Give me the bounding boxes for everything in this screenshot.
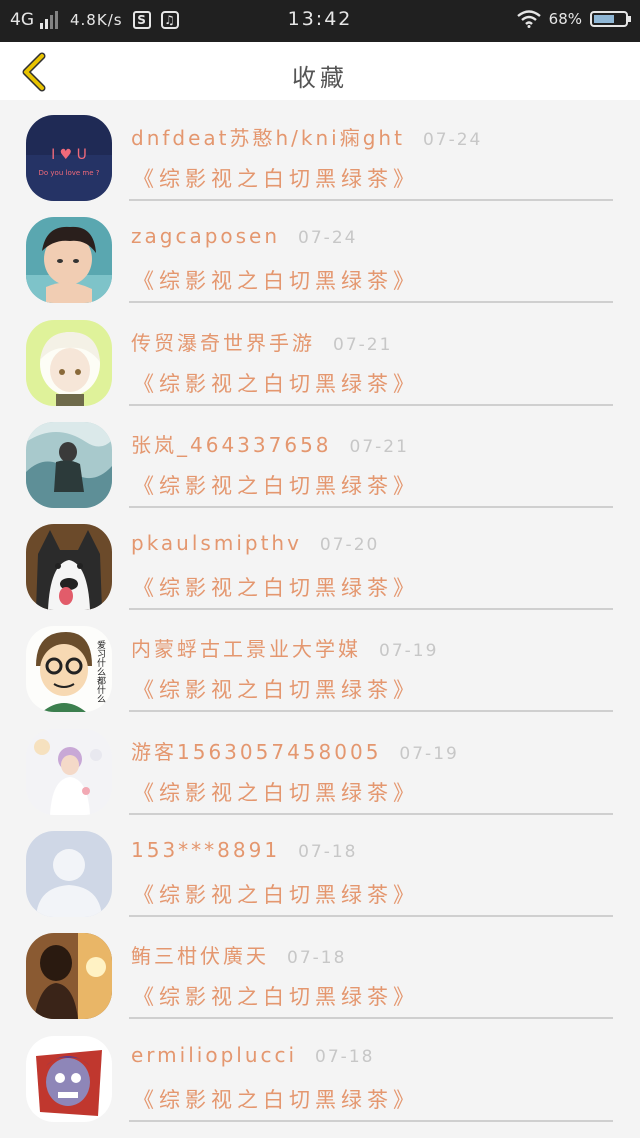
wifi-icon	[516, 10, 541, 28]
book-title[interactable]: 《综影视之白切黑绿茶》	[133, 163, 419, 193]
book-title[interactable]: 《综影视之白切黑绿茶》	[133, 368, 419, 398]
divider	[129, 505, 613, 508]
battery-percent: 68%	[548, 10, 582, 28]
book-title[interactable]: 《综影视之白切黑绿茶》	[133, 981, 419, 1011]
divider	[129, 1017, 613, 1020]
battery-icon	[590, 11, 631, 27]
list-item[interactable]: zagcaposen 07-24 《综影视之白切黑绿茶》	[0, 202, 640, 304]
username: pkaulsmipthv	[131, 531, 302, 556]
avatar[interactable]: 爱习什么都什么	[26, 626, 112, 713]
favorite-user-line: pkaulsmipthv 07-20	[131, 531, 379, 555]
favorite-user-line: zagcaposen 07-24	[131, 224, 357, 248]
divider	[129, 812, 613, 815]
avatar[interactable]	[26, 524, 112, 611]
list-item[interactable]: 153***8891 07-18 《综影视之白切黑绿茶》	[0, 816, 640, 918]
username: ermilioplucci	[131, 1042, 298, 1067]
list-item[interactable]: pkaulsmipthv 07-20 《综影视之白切黑绿茶》	[0, 509, 640, 611]
favorite-user-line: 游客1563057458005 07-19	[131, 736, 459, 765]
book-title[interactable]: 《综影视之白切黑绿茶》	[133, 265, 419, 295]
header: 收藏	[0, 42, 640, 100]
username: 游客1563057458005	[131, 739, 382, 764]
favorite-date: 07-18	[315, 1046, 375, 1067]
book-title[interactable]: 《综影视之白切黑绿茶》	[133, 879, 419, 909]
favorite-date: 07-24	[298, 228, 358, 249]
divider	[129, 403, 613, 406]
avatar[interactable]	[26, 728, 112, 815]
favorites-list: I ♥ U Do you love me ? dnfdeat苏憨h/kni痫gh…	[0, 100, 640, 1123]
favorite-user-line: ermilioplucci 07-18	[131, 1043, 374, 1067]
username: dnfdeat苏憨h/kni痫ght	[131, 126, 405, 150]
list-item[interactable]: ermilioplucci 07-18 《综影视之白切黑绿茶》	[0, 1021, 640, 1123]
favorite-user-line: 153***8891 07-18	[131, 838, 357, 862]
list-item[interactable]: 爱习什么都什么 内蒙蜉古工景业大学媒 07-19 《综影视之白切黑绿茶》	[0, 611, 640, 713]
divider	[129, 1119, 613, 1122]
username: 传贸瀑奇世界手游	[131, 330, 315, 355]
divider	[129, 199, 613, 201]
username: 张岚_464337658	[131, 432, 332, 457]
favorite-user-line: 张岚_464337658 07-21	[131, 429, 409, 458]
list-item[interactable]: 鲔三柑伏廣天 07-18 《综影视之白切黑绿茶》	[0, 918, 640, 1020]
svg-text:Do you love me ?: Do you love me ?	[39, 169, 100, 177]
avatar[interactable]	[26, 933, 112, 1020]
avatar[interactable]	[26, 319, 112, 406]
divider	[129, 608, 613, 611]
favorite-date: 07-20	[319, 535, 380, 556]
username: zagcaposen	[131, 224, 281, 249]
favorite-user-line: dnfdeat苏憨h/kni痫ght 07-24	[131, 122, 482, 151]
divider	[129, 915, 613, 918]
favorite-date: 07-21	[349, 436, 409, 457]
username: 鲔三柑伏廣天	[131, 944, 269, 969]
list-item[interactable]: 传贸瀑奇世界手游 07-21 《综影视之白切黑绿茶》	[0, 305, 640, 407]
avatar[interactable]	[26, 1035, 112, 1122]
favorite-date: 07-19	[379, 641, 439, 662]
avatar[interactable]	[26, 831, 112, 918]
status-right: 68%	[516, 10, 631, 28]
book-title[interactable]: 《综影视之白切黑绿茶》	[133, 1084, 419, 1114]
favorite-user-line: 内蒙蜉古工景业大学媒 07-19	[131, 633, 438, 662]
favorite-date: 07-18	[298, 842, 358, 863]
favorite-date: 07-18	[287, 948, 347, 969]
list-item[interactable]: I ♥ U Do you love me ? dnfdeat苏憨h/kni痫gh…	[0, 100, 640, 202]
avatar[interactable]	[26, 421, 112, 508]
page-title: 收藏	[292, 64, 348, 92]
list-item[interactable]: 张岚_464337658 07-21 《综影视之白切黑绿茶》	[0, 407, 640, 509]
status-bar: 4G 4.8K/s S ♫ 13:42 68%	[0, 0, 640, 42]
svg-text:I ♥ U: I ♥ U	[51, 147, 87, 163]
username: 内蒙蜉古工景业大学媒	[131, 637, 361, 662]
book-title[interactable]: 《综影视之白切黑绿茶》	[133, 777, 419, 807]
username: 153***8891	[131, 838, 281, 863]
divider	[129, 710, 613, 713]
favorite-date: 07-21	[333, 334, 393, 355]
book-title[interactable]: 《综影视之白切黑绿茶》	[133, 470, 419, 500]
favorite-user-line: 鲔三柑伏廣天 07-18	[131, 940, 346, 969]
favorite-date: 07-19	[399, 743, 459, 764]
list-item[interactable]: 游客1563057458005 07-19 《综影视之白切黑绿茶》	[0, 714, 640, 816]
favorite-user-line: 传贸瀑奇世界手游 07-21	[131, 327, 392, 356]
avatar[interactable]	[26, 217, 112, 304]
svg-text:爱习什么都什么: 爱习什么都什么	[95, 640, 106, 703]
book-title[interactable]: 《综影视之白切黑绿茶》	[133, 572, 419, 602]
divider	[129, 301, 613, 304]
book-title[interactable]: 《综影视之白切黑绿茶》	[133, 674, 419, 704]
favorite-date: 07-24	[422, 130, 483, 150]
avatar[interactable]: I ♥ U Do you love me ?	[26, 115, 112, 201]
